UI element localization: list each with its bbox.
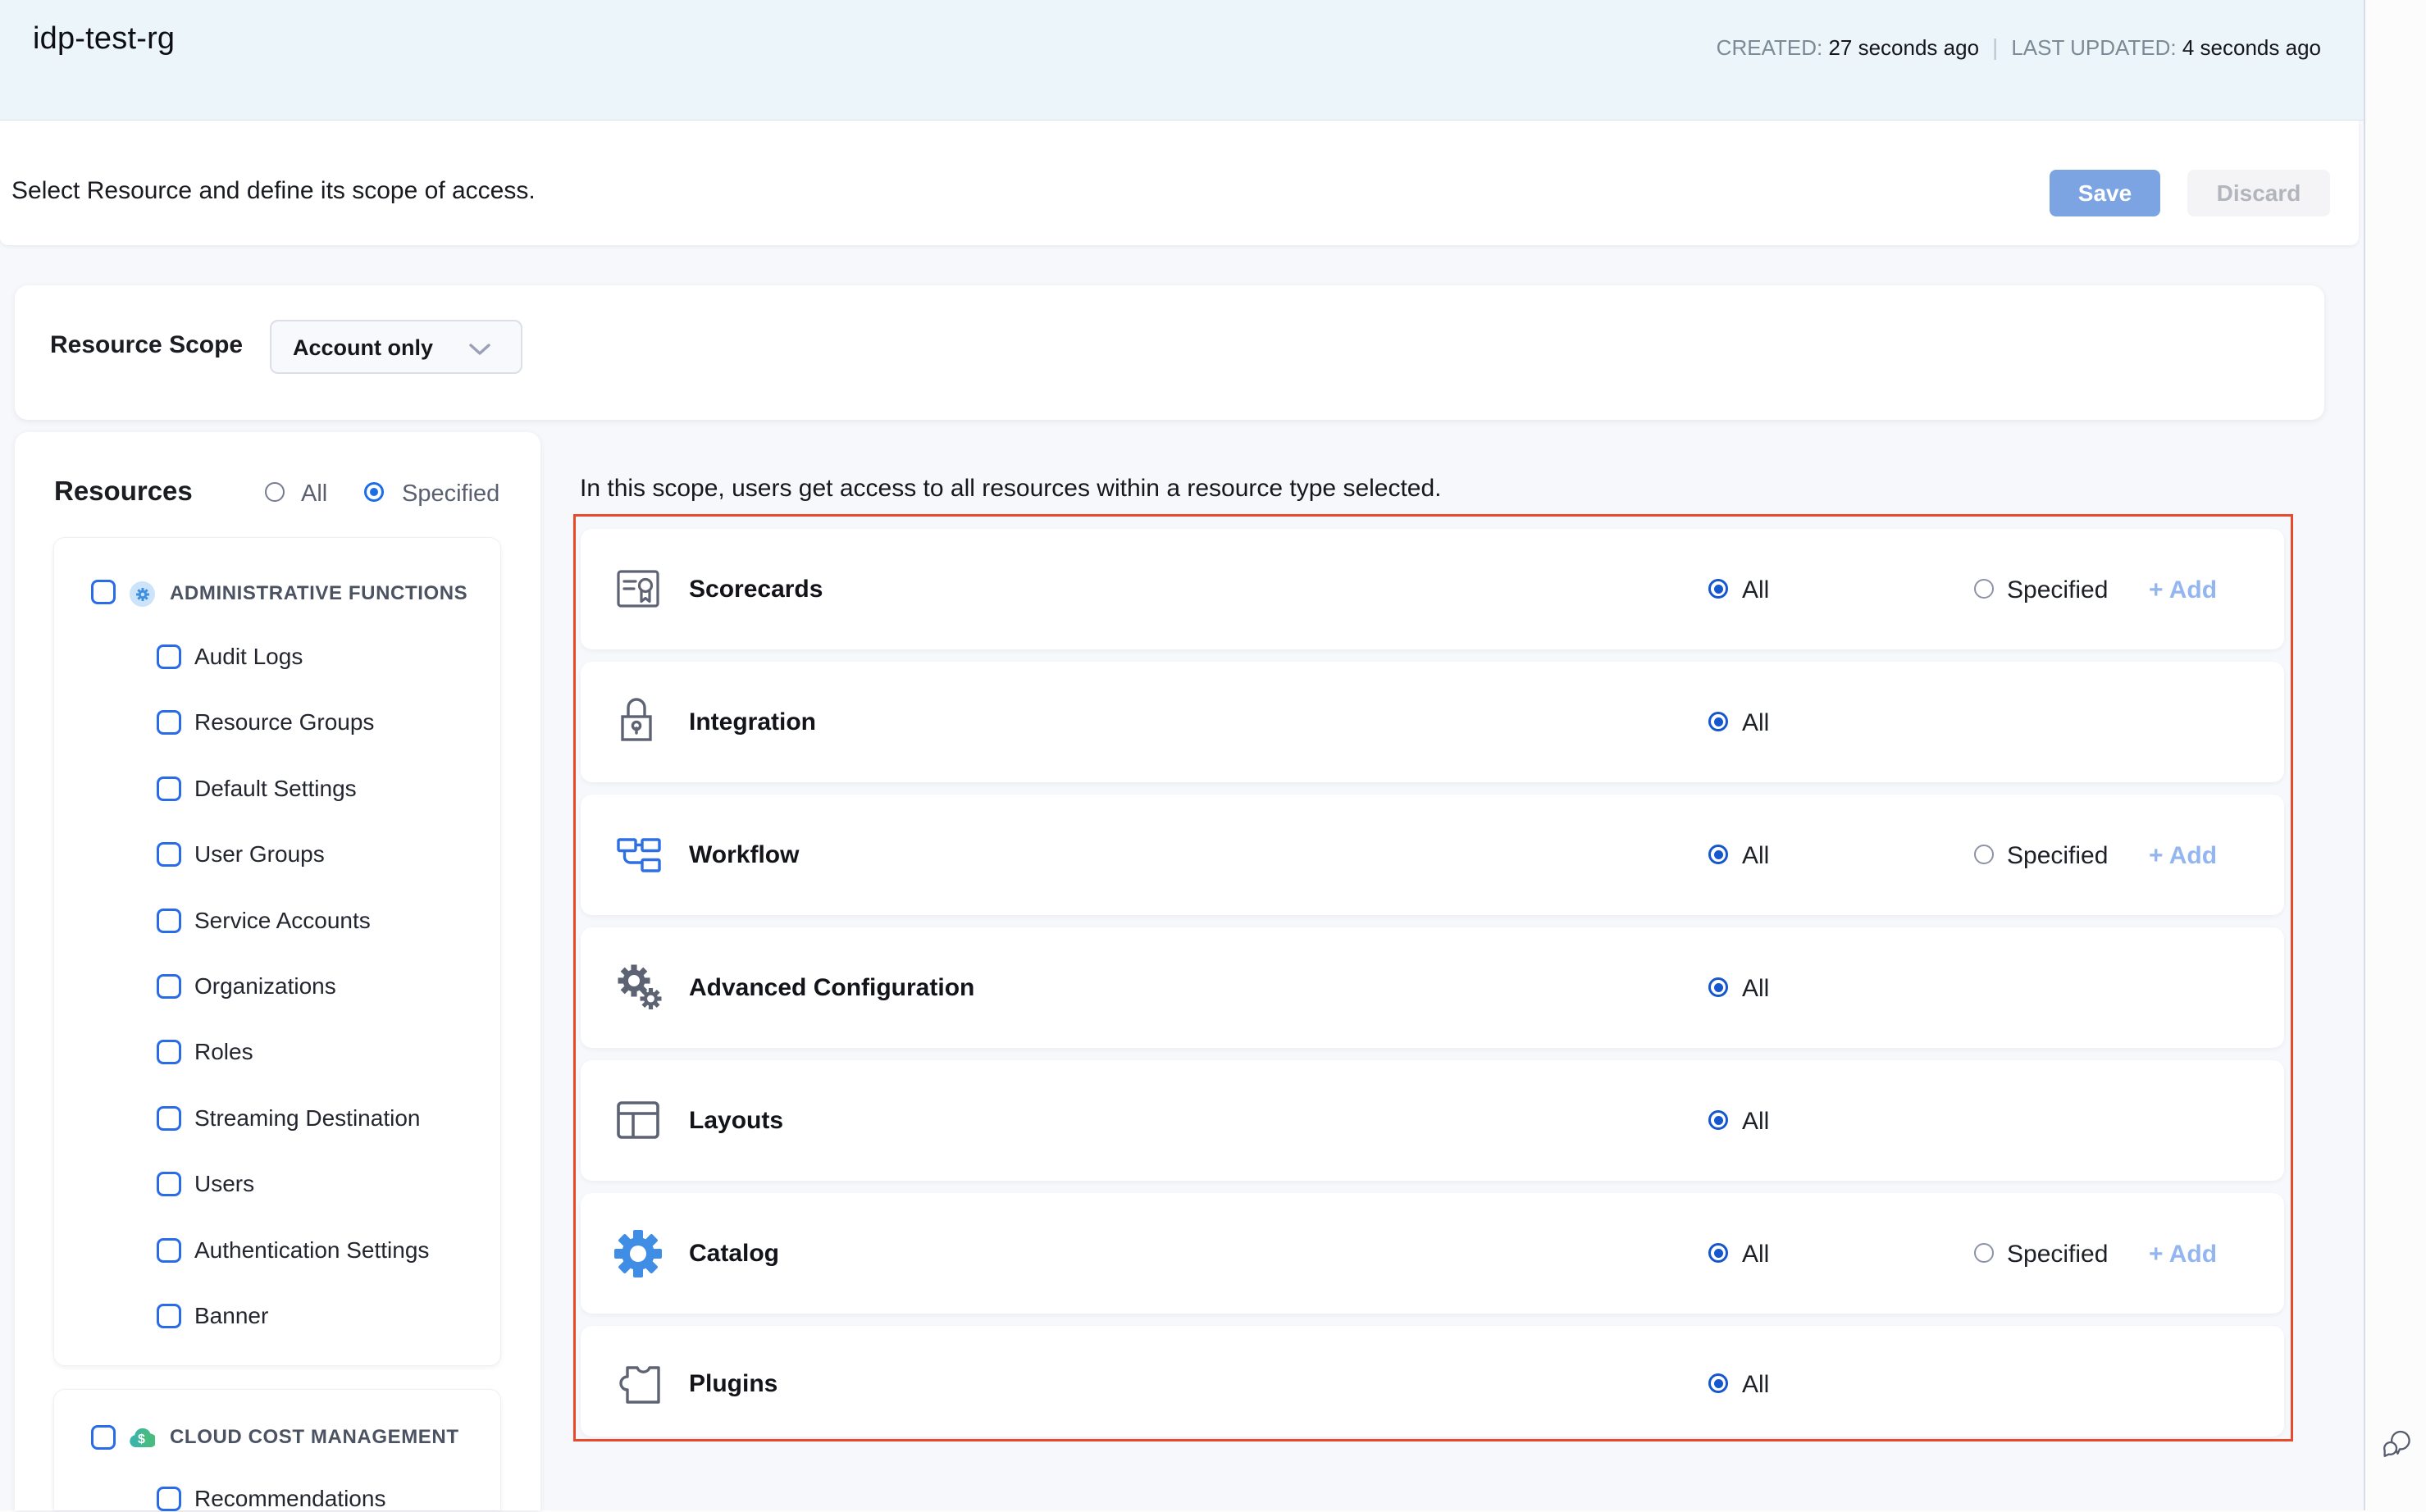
svg-text:$: $ (138, 1432, 145, 1446)
